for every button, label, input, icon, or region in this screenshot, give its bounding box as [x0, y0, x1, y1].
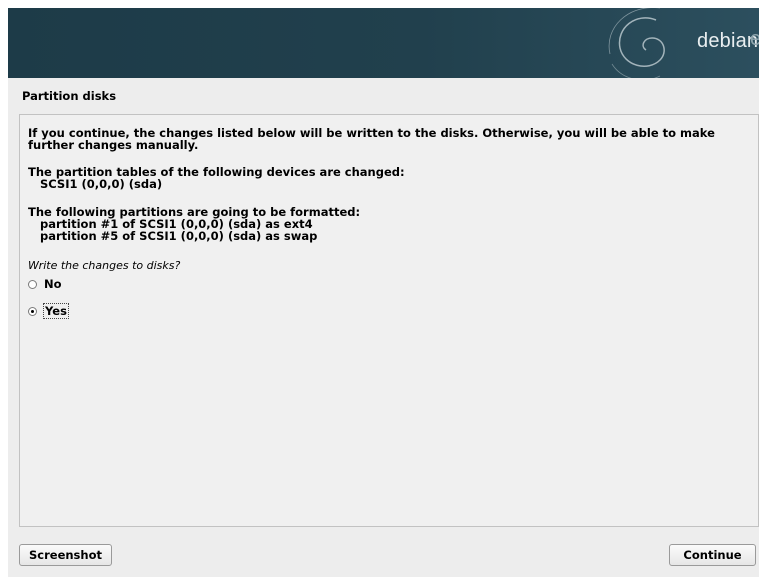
continue-button[interactable]: Continue — [669, 544, 756, 566]
option-yes[interactable]: Yes — [28, 303, 69, 319]
debian-logo-trail: e — [750, 28, 759, 50]
page-title: Partition disks — [22, 89, 117, 103]
option-no-label: No — [44, 277, 62, 291]
format-item: partition #5 of SCSI1 (0,0,0) (sda) as s… — [40, 229, 318, 243]
debian-swirl-icon — [608, 8, 665, 78]
option-yes-label: Yes — [43, 303, 69, 319]
intro-line-2: further changes manually. — [28, 138, 199, 152]
radio-yes[interactable] — [28, 306, 37, 316]
installer-frame: Partition disks If you continue, the cha… — [8, 78, 759, 577]
screenshot-button[interactable]: Screenshot — [19, 544, 112, 566]
radio-no[interactable] — [28, 279, 37, 289]
option-no[interactable]: No — [28, 277, 62, 291]
header-banner: debian e — [8, 8, 759, 78]
content-panel: If you continue, the changes listed belo… — [19, 114, 759, 527]
question-text: Write the changes to disks? — [28, 259, 181, 272]
tables-item: SCSI1 (0,0,0) (sda) — [40, 177, 163, 191]
